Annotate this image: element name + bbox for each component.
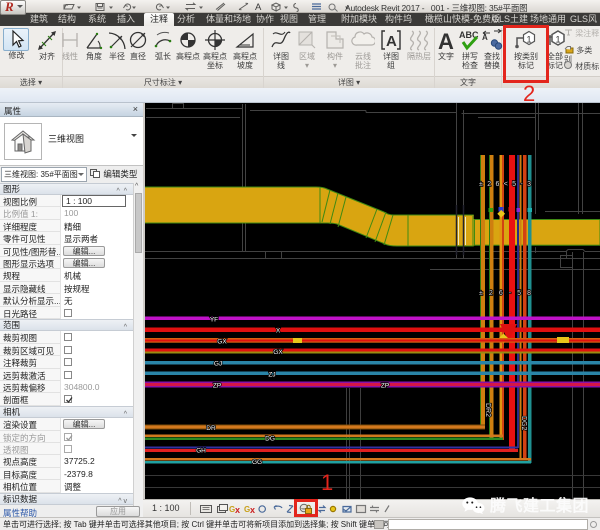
svg-text:GH: GH bbox=[196, 448, 206, 455]
svg-text:DG2: DG2 bbox=[520, 416, 527, 431]
svg-text:GJ: GJ bbox=[214, 361, 222, 368]
svg-text:DG: DG bbox=[265, 436, 275, 443]
svg-text:YF: YF bbox=[210, 317, 218, 324]
svg-text:DR2: DR2 bbox=[484, 403, 491, 417]
svg-text:GX: GX bbox=[217, 339, 227, 346]
svg-text:GG: GG bbox=[252, 459, 262, 466]
svg-text:1: 1 bbox=[556, 35, 561, 45]
svg-text:A: A bbox=[255, 2, 262, 12]
svg-text:ZP: ZP bbox=[213, 383, 221, 390]
svg-text:A: A bbox=[386, 33, 397, 50]
svg-text:ZP: ZP bbox=[381, 383, 389, 390]
svg-text:A: A bbox=[482, 33, 488, 42]
svg-text:GX: GX bbox=[273, 349, 283, 356]
svg-text:x: x bbox=[235, 505, 240, 515]
svg-text:ZJ: ZJ bbox=[268, 372, 275, 379]
svg-text:DR: DR bbox=[206, 425, 216, 432]
svg-text:X: X bbox=[276, 328, 281, 335]
svg-text:x: x bbox=[250, 505, 255, 515]
